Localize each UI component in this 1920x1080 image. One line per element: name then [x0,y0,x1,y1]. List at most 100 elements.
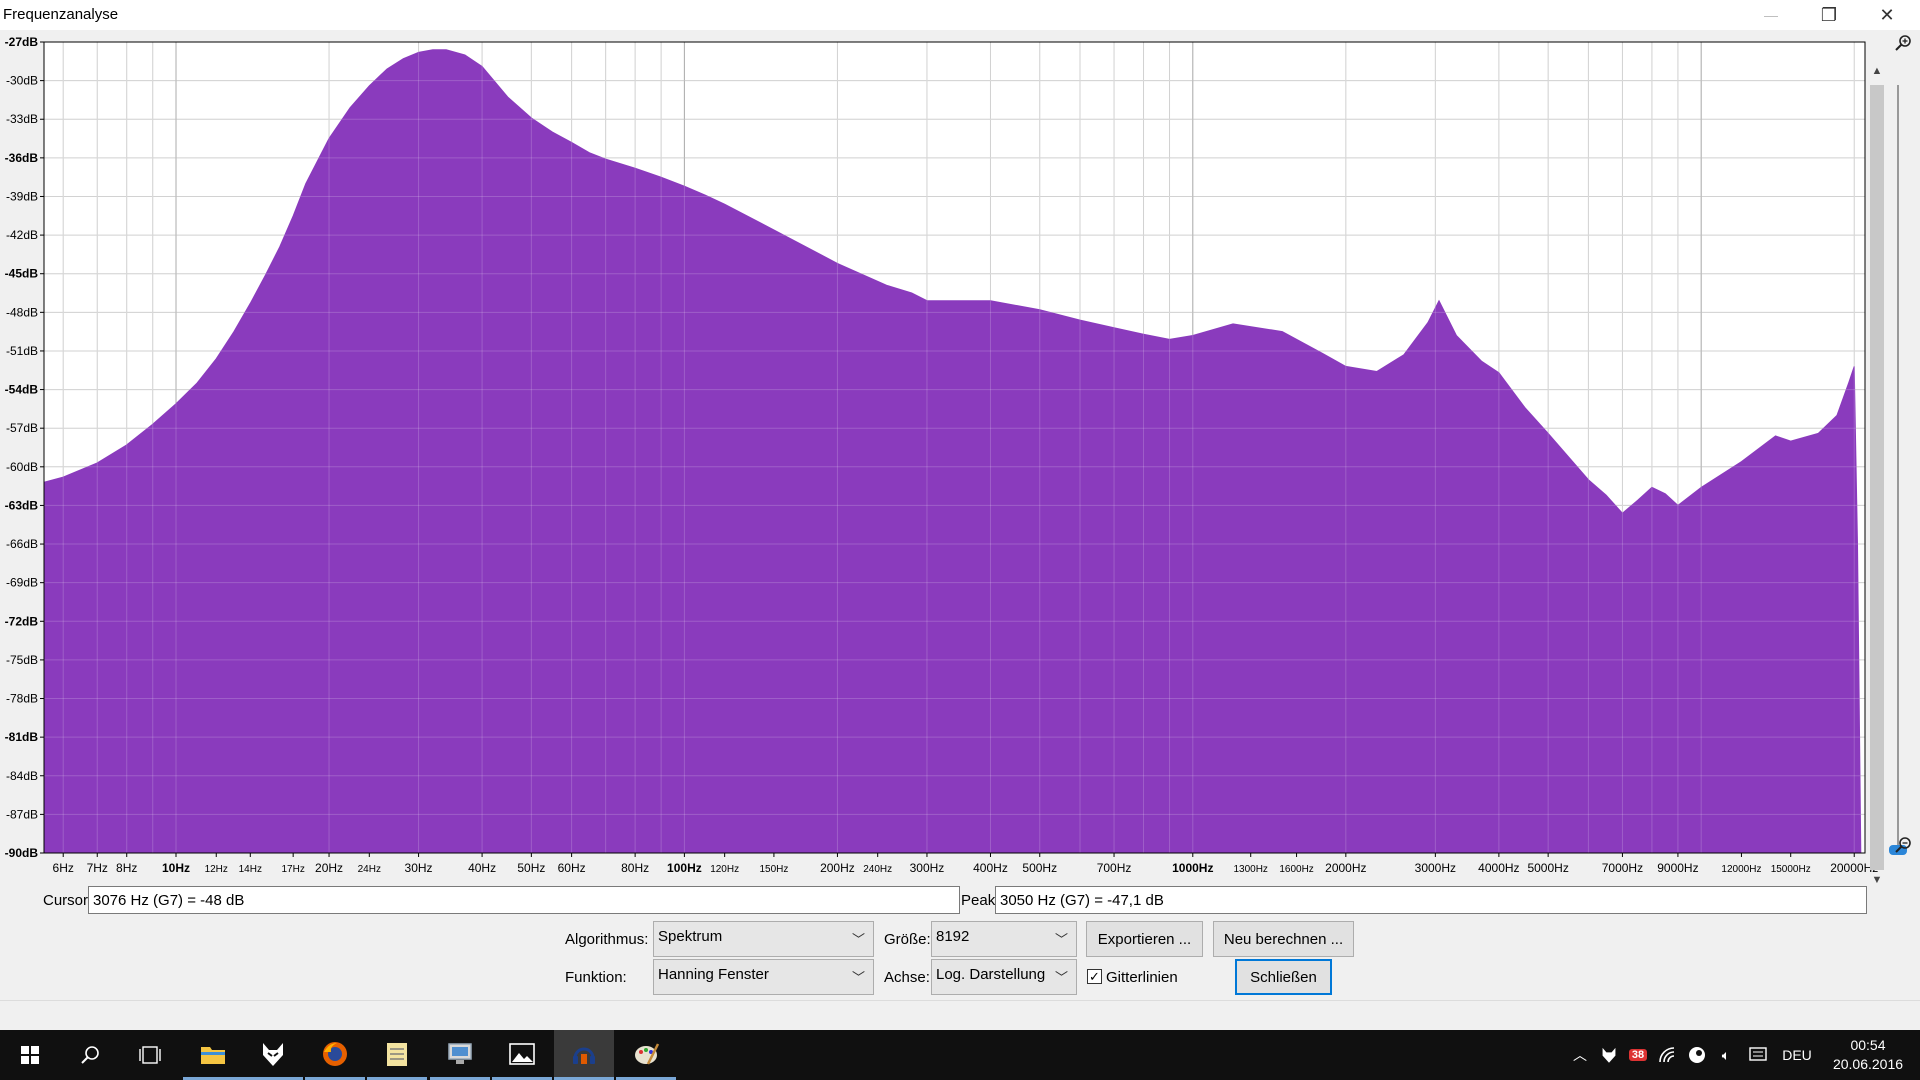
algorithm-label: Algorithmus: [565,931,649,948]
x-tick-label: 1600Hz [1279,864,1313,875]
x-tick-label: 300Hz [910,861,945,875]
taskbar-file-explorer[interactable] [183,1030,243,1080]
function-value: Hanning Fenster [658,966,769,983]
y-tick-label: -45dB [5,267,39,281]
taskbar-remote-desktop[interactable] [430,1030,490,1080]
x-tick-label: 80Hz [621,861,649,875]
function-select[interactable]: Hanning Fenster ﹀ [653,959,874,995]
cursor-readout: 3076 Hz (G7) = -48 dB [88,886,960,914]
search-icon [81,1046,99,1064]
tray-network[interactable] [1655,1030,1681,1080]
scroll-thumb[interactable] [1870,85,1884,870]
x-tick-label: 15000Hz [1771,864,1811,875]
x-tick-label: 7000Hz [1602,861,1643,875]
x-tick-label: 100Hz [667,861,702,875]
x-tick-label: 40Hz [468,861,496,875]
y-tick-label: -42dB [6,228,38,242]
close-window-button[interactable]: ✕ [1858,0,1916,30]
x-tick-label: 5000Hz [1527,861,1568,875]
zoom-slider-rail [1897,85,1899,855]
x-tick-label: 50Hz [517,861,545,875]
recalculate-button[interactable]: Neu berechnen ... [1213,921,1354,957]
y-tick-label: -51dB [6,344,38,358]
taskbar-audacity[interactable] [554,1030,614,1080]
scroll-up-arrow-icon[interactable]: ▲ [1868,65,1886,81]
window-title: Frequenzanalyse [3,6,119,23]
tray-action-center[interactable] [1745,1030,1771,1080]
speaker-icon: 🔈︎ [1721,1046,1731,1063]
start-icon [21,1046,39,1064]
minimize-icon: — [1764,7,1778,23]
close-dialog-button[interactable]: Schließen [1235,959,1332,995]
foobar-icon [263,1042,283,1066]
peak-label: Peak: [961,892,1000,909]
title-bar: Frequenzanalyse — ❐ ✕ [0,0,1920,30]
spectrum-chart[interactable]: -27dB -30dB -33dB -36dB -39dB -42dB -45dB -48dB… [0,30,1920,890]
tray-volume[interactable]: 🔈︎ [1713,1030,1739,1080]
y-tick-label: -39dB [6,189,38,203]
gridlines-checkbox[interactable]: ✓ [1087,969,1102,984]
chevron-down-icon: ﹀ [1054,970,1068,985]
axis-select[interactable]: Log. Darstellung ﹀ [931,959,1077,995]
checkmark-icon: ✓ [1089,969,1100,984]
tray-badge-app[interactable]: 38 [1625,1030,1651,1080]
paint-icon [635,1042,660,1065]
taskbar-foobar[interactable] [243,1030,303,1080]
x-tick-label: 8Hz [116,861,137,875]
taskbar-photos[interactable] [492,1030,552,1080]
taskbar-paint[interactable] [616,1030,676,1080]
task-view-icon [139,1046,161,1064]
show-hidden-icons-button[interactable]: ︿ [1568,1030,1592,1080]
export-button[interactable]: Exportieren ... [1086,921,1203,957]
y-tick-label: -87dB [6,807,38,821]
taskbar-notepad[interactable] [367,1030,427,1080]
maximize-button[interactable]: ❐ [1800,0,1858,30]
zoom-slider[interactable] [1889,85,1907,860]
zoom-out-icon[interactable] [1893,835,1913,855]
x-tick-label: 200Hz [820,861,855,875]
audacity-icon [573,1047,595,1064]
firefox-icon [323,1041,347,1066]
y-tick-label: -60dB [6,460,38,474]
zoom-in-icon[interactable] [1893,33,1913,53]
tray-foobar[interactable] [1596,1030,1622,1080]
chevron-up-icon: ︿ [1573,1047,1587,1063]
x-tick-label: 2000Hz [1325,861,1366,875]
start-button[interactable] [0,1030,60,1080]
clock-date: 20.06.2016 [1832,1056,1904,1072]
chevron-down-icon: ﹀ [1054,932,1068,947]
y-tick-label: -75dB [6,653,38,667]
x-tick-label: 9000Hz [1657,861,1698,875]
taskbar: ︿ 38 🔈︎ DEU 00:54 20.06.2016 [0,1030,1920,1080]
search-button[interactable] [60,1030,120,1080]
notepad-icon [387,1042,407,1066]
steam-icon [1689,1047,1705,1063]
x-tick-label: 240Hz [863,864,892,875]
wifi-icon [1659,1047,1675,1063]
foobar-tray-icon [1602,1047,1616,1063]
axis-value: Log. Darstellung [936,966,1046,983]
x-tick-label: 1000Hz [1172,861,1213,875]
minimize-button[interactable]: — [1742,0,1800,30]
size-select[interactable]: 8192 ﹀ [931,921,1077,957]
spectrum-plot[interactable]: -27dB -30dB -33dB -36dB -39dB -42dB -45dB -48dB… [0,30,1920,890]
clock[interactable]: 00:54 20.06.2016 [1818,1036,1918,1074]
x-tick-label: 7Hz [87,861,108,875]
remote-desktop-icon [448,1042,472,1064]
scroll-down-arrow-icon[interactable]: ▼ [1868,874,1886,890]
clock-time: 00:54 [1850,1037,1886,1053]
task-view-button[interactable] [120,1030,180,1080]
taskbar-firefox[interactable] [305,1030,365,1080]
x-tick-label: 500Hz [1022,861,1057,875]
y-tick-label: -78dB [6,692,38,706]
x-tick-label: 17Hz [281,864,304,875]
algorithm-select[interactable]: Spektrum ﹀ [653,921,874,957]
peak-readout: 3050 Hz (G7) = -47,1 dB [995,886,1867,914]
vertical-scrollbar[interactable]: ▲ ▼ [1868,65,1886,890]
tray-steam[interactable] [1684,1030,1710,1080]
x-tick-label: 12Hz [205,864,228,875]
x-tick-label: 6Hz [53,861,74,875]
status-bar [0,1000,1920,1030]
input-language[interactable]: DEU [1780,1030,1814,1080]
x-tick-label: 12000Hz [1721,864,1761,875]
